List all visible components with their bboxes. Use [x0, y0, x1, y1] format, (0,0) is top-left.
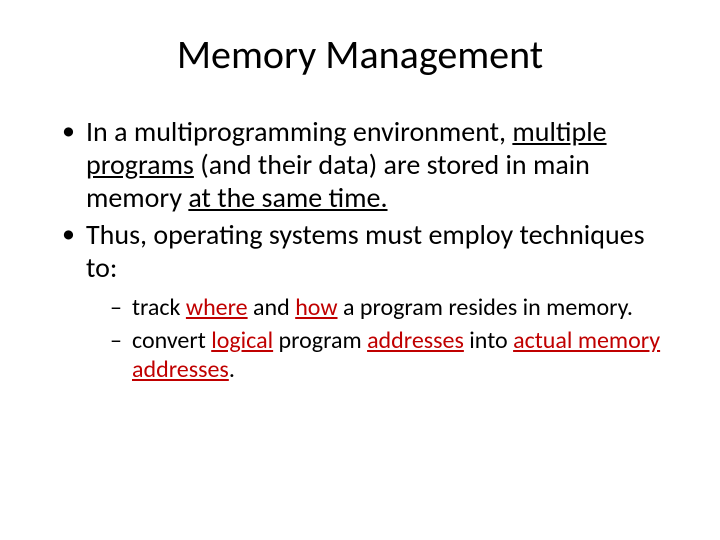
text: convert [132, 326, 211, 355]
text: Thus, operating systems must employ tech… [86, 217, 645, 285]
text: and [248, 293, 296, 322]
underline-text: at the same time. [188, 180, 387, 215]
text: . [229, 355, 235, 384]
text: track [132, 293, 186, 322]
bullet-list: In a multiprogramming environment, multi… [40, 115, 680, 385]
text: into [464, 326, 513, 355]
sub-bullet-list: track where and how a program resides in… [86, 294, 668, 384]
text: program [273, 326, 367, 355]
logical-text: logical [211, 326, 273, 355]
where-text: where [186, 293, 248, 322]
sub-bullet-1: track where and how a program resides in… [110, 294, 668, 323]
bullet-2: Thus, operating systems must employ tech… [62, 218, 668, 384]
text: In a multiprogramming environment, [86, 114, 512, 149]
slide: Memory Management In a multiprogramming … [0, 0, 720, 540]
how-text: how [295, 293, 337, 322]
text: a program resides in memory. [338, 293, 633, 322]
addresses-text: addresses [367, 326, 464, 355]
slide-title: Memory Management [40, 30, 680, 79]
sub-bullet-2: convert logical program addresses into a… [110, 327, 668, 385]
bullet-1: In a multiprogramming environment, multi… [62, 115, 668, 214]
